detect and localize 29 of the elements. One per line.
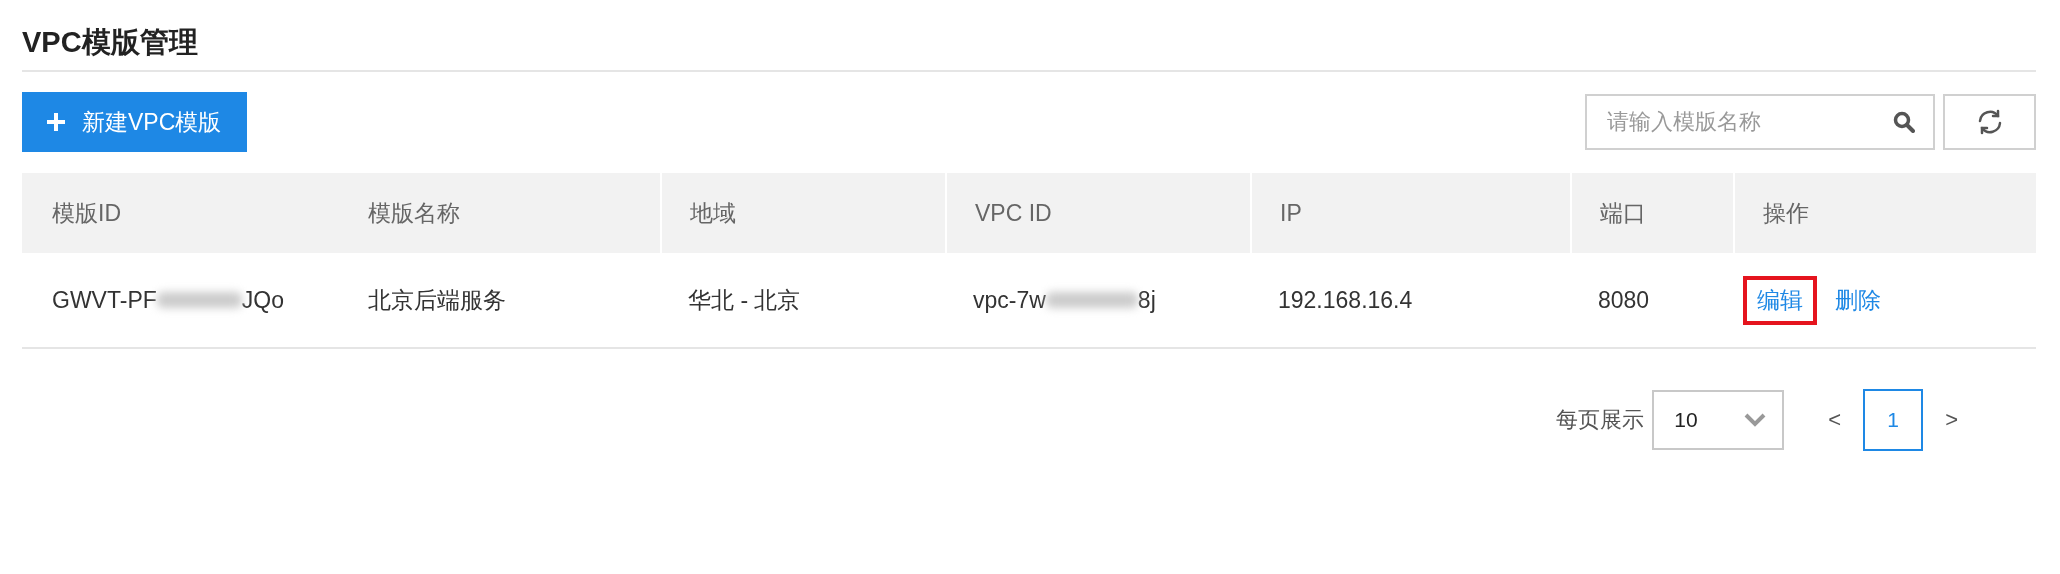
page-title: VPC模版管理	[22, 25, 199, 60]
next-page-link[interactable]: >	[1931, 407, 1972, 433]
cell-text: 8j	[1137, 286, 1156, 314]
column-header: 端口	[1570, 173, 1733, 253]
action-link[interactable]: 删除	[1821, 275, 1895, 325]
cell-text: GWVT-PF	[52, 286, 157, 314]
search-field[interactable]: 请输入模版名称	[1585, 94, 1935, 150]
chevron-down-icon	[1744, 413, 1767, 427]
action-link[interactable]: 编辑	[1743, 275, 1817, 325]
column-header: 操作	[1733, 173, 2036, 253]
page-size-label: 每页展示	[1556, 406, 1645, 434]
page-size-select[interactable]: 10	[1652, 390, 1785, 450]
table-cell-text: 8080	[1597, 285, 1651, 315]
column-header: 地域	[660, 173, 945, 253]
column-header: VPC ID	[945, 173, 1250, 253]
column-header: 模版名称	[340, 173, 660, 253]
column-header: IP	[1250, 173, 1570, 253]
page-button[interactable]: 1	[1863, 389, 1924, 451]
table-cell-text: 北京后端服务	[367, 285, 507, 315]
cell-text: vpc-7w	[973, 286, 1046, 314]
cell-text: JQo	[241, 286, 284, 314]
table-cell-text: 192.168.16.4	[1277, 285, 1414, 315]
search-icon[interactable]	[1893, 111, 1915, 133]
create-button[interactable]: 新建VPC模版	[22, 92, 248, 152]
previous-page-link[interactable]: <	[1814, 407, 1856, 433]
refresh-button[interactable]	[1943, 94, 2036, 150]
table-cell-text: 华北 - 北京	[687, 285, 802, 315]
column-header: 模版ID	[22, 173, 340, 253]
plus-icon	[46, 112, 66, 132]
